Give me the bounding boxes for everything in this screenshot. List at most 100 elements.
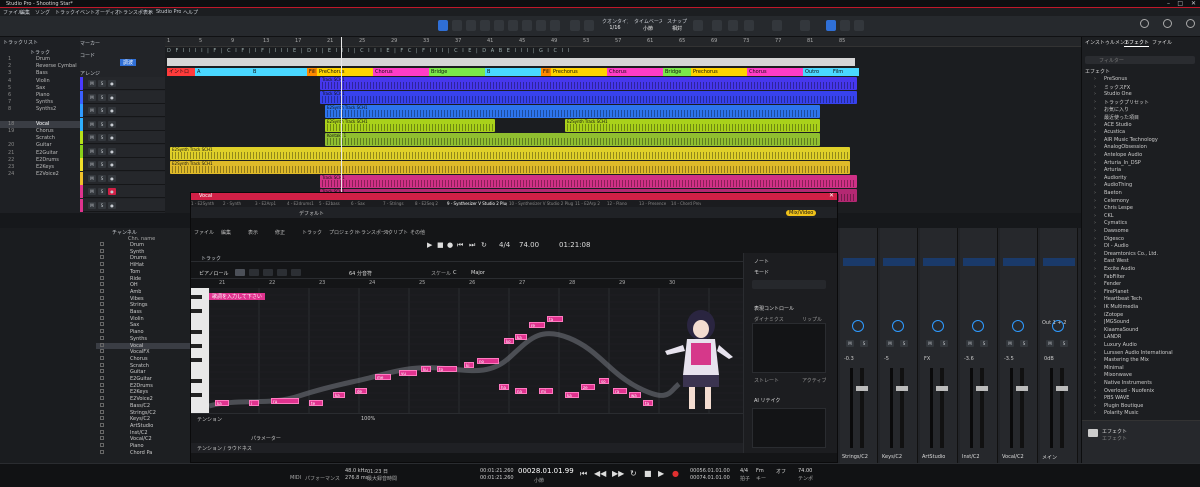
transport-rewind-icon[interactable]: ⏮ (580, 469, 587, 479)
expand-arrow-icon[interactable]: › (1094, 266, 1096, 272)
vocal-note[interactable]: wa (629, 392, 641, 398)
expand-arrow-icon[interactable]: › (1094, 342, 1096, 348)
plugin-tab[interactable]: 10 - Synthesizer V Studio 2 Plugin (509, 201, 573, 206)
arrangement-section[interactable]: Chorus (747, 68, 803, 76)
browser-item[interactable]: › Digesco (1082, 236, 1200, 243)
vocal-note[interactable]: i (249, 400, 259, 406)
track-list-item[interactable] (0, 114, 80, 121)
expand-arrow-icon[interactable]: › (1094, 258, 1096, 264)
channel-row[interactable]: Scratch (96, 362, 190, 370)
arrangement-section[interactable]: PreChorus (317, 68, 373, 76)
track-header[interactable]: M S ● (80, 144, 165, 158)
channel-visible-checkbox[interactable] (100, 262, 104, 267)
track-header[interactable]: M S ● (80, 171, 165, 185)
insert-slot[interactable] (1003, 258, 1035, 266)
channel-visible-checkbox[interactable] (100, 302, 104, 307)
mix-badge[interactable]: Mix/Video (786, 210, 817, 216)
gear-icon[interactable] (1186, 19, 1195, 28)
channel-row[interactable]: HiHat (96, 262, 190, 269)
arrange-clip[interactable]: Track SCH1 (320, 77, 857, 90)
expand-arrow-icon[interactable]: › (1094, 114, 1096, 120)
channel-row[interactable]: ArtStudio (96, 422, 190, 430)
channel-visible-checkbox[interactable] (100, 355, 104, 360)
expand-arrow-icon[interactable]: › (1094, 106, 1096, 112)
channel-solo-button[interactable]: S (940, 340, 948, 347)
track-list-item[interactable]: 22 E2Drums (0, 157, 80, 164)
arrangement-section[interactable]: Outro (803, 68, 831, 76)
arrangement-section[interactable]: A (195, 68, 251, 76)
channel-visible-checkbox[interactable] (100, 422, 104, 427)
pan-knob[interactable] (1012, 320, 1024, 332)
expand-arrow-icon[interactable]: › (1094, 350, 1096, 356)
black-key[interactable] (191, 309, 202, 313)
expand-arrow-icon[interactable]: › (1094, 99, 1096, 105)
auto-scroll-icon[interactable] (712, 20, 722, 31)
record-arm-button[interactable]: ● (108, 80, 116, 87)
expand-arrow-icon[interactable]: › (1094, 365, 1096, 371)
expand-arrow-icon[interactable]: › (1094, 388, 1096, 394)
browser-item[interactable]: › CKL (1082, 213, 1200, 220)
channel-solo-button[interactable]: S (1060, 340, 1068, 347)
solo-button[interactable]: S (98, 188, 106, 195)
browser-item[interactable]: › DI - Audio (1082, 243, 1200, 250)
arrange-clip[interactable]: E2Synth Track SCH1 (565, 119, 820, 132)
arrangement-section[interactable]: Prechorus (691, 68, 747, 76)
loop-end[interactable]: 00074.01.01.00 (690, 475, 730, 481)
arrangement-section[interactable]: Film (831, 68, 859, 76)
scale-key[interactable]: C (453, 270, 457, 276)
expand-arrow-icon[interactable]: › (1094, 137, 1096, 143)
vocal-note[interactable]: no (477, 358, 499, 364)
channel-visible-checkbox[interactable] (100, 268, 104, 273)
browser-item[interactable]: › iZotope (1082, 312, 1200, 319)
arrangement-section[interactable]: Fill (307, 68, 317, 76)
mixer-view-icon[interactable] (826, 20, 836, 31)
arrangement-section[interactable]: Bridge (663, 68, 691, 76)
parameter-lane[interactable]: テンション 100% パラメーター (191, 413, 743, 443)
zoom-tool-icon[interactable] (550, 20, 560, 31)
channel-visible-checkbox[interactable] (100, 315, 104, 320)
channel-row[interactable]: Vibes (96, 295, 190, 303)
channel-visible-checkbox[interactable] (100, 342, 104, 347)
expand-arrow-icon[interactable]: › (1094, 304, 1096, 310)
browser-item[interactable]: › 最近使った項目 (1082, 114, 1200, 121)
track-list-item[interactable]: 2 Reverse Cymbal (0, 63, 80, 70)
arrange-clip[interactable]: Kontakt 1 (325, 133, 820, 146)
track-header[interactable]: M S ● (80, 198, 165, 212)
plugin-tab[interactable]: 6 - Sax (351, 201, 381, 206)
channel-solo-button[interactable]: S (1020, 340, 1028, 347)
pitch-tool-icon[interactable] (277, 269, 287, 276)
channel-visible-checkbox[interactable] (100, 248, 104, 253)
sv-menu-item[interactable]: ファイル (194, 229, 214, 236)
mute-button[interactable]: M (88, 147, 96, 155)
record-arm-button[interactable]: ● (108, 174, 116, 182)
channel-visible-checkbox[interactable] (100, 329, 104, 334)
insert-slot[interactable] (963, 258, 995, 266)
expand-arrow-icon[interactable]: › (1094, 152, 1096, 158)
solo-button[interactable]: S (98, 93, 106, 101)
track-list-item[interactable]: 19 Chorus (0, 128, 80, 135)
vocal-note[interactable]: ze (581, 384, 595, 390)
preset-selector[interactable]: デフォルト (299, 210, 324, 217)
black-key[interactable] (191, 358, 202, 362)
track-header[interactable]: M S ● (80, 117, 165, 131)
channel-row[interactable]: Drums (96, 255, 190, 262)
expression-pad[interactable] (752, 323, 826, 373)
range-tool-icon[interactable] (452, 20, 462, 31)
mute-tool-icon[interactable] (508, 20, 518, 31)
channel-visible-checkbox[interactable] (100, 309, 104, 313)
channel-row[interactable]: Drum (96, 242, 190, 249)
arrangement-section[interactable]: Fill (541, 68, 551, 76)
fader-handle[interactable] (976, 386, 988, 391)
plugin-tab[interactable]: 3 - E2Arp1 (255, 201, 285, 206)
channel-visible-checkbox[interactable] (100, 396, 104, 401)
vocal-note[interactable]: ki (464, 362, 474, 368)
browser-item[interactable]: › Fender (1082, 281, 1200, 288)
vocal-note[interactable]: te (309, 400, 323, 406)
fader-handle[interactable] (1056, 386, 1068, 391)
view-icon[interactable] (800, 20, 810, 31)
sv-menu-item[interactable]: トラック (302, 229, 322, 236)
quantize-selector[interactable]: クオンタイズ 1/16 (602, 18, 628, 31)
expand-arrow-icon[interactable]: › (1094, 190, 1096, 196)
menu-studio-pro[interactable]: Studio Pro (156, 9, 181, 15)
channel-visible-checkbox[interactable] (100, 443, 104, 447)
